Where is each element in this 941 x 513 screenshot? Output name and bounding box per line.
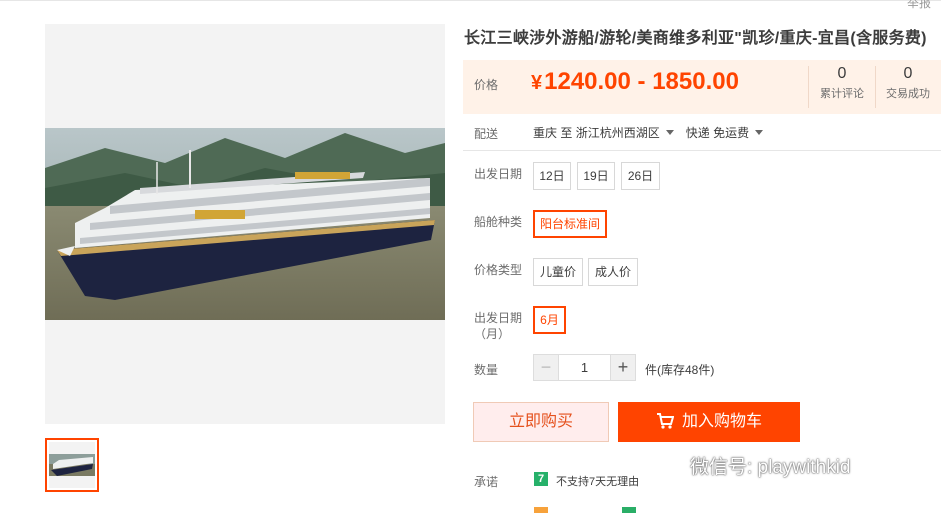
option-month-june[interactable]: 6月 — [533, 306, 566, 334]
departure-month-label-line2: （月） — [474, 327, 511, 341]
quantity-label: 数量 — [474, 363, 499, 377]
departure-month-label-line1: 出发日期 — [474, 311, 523, 325]
stock-text: 件(库存48件) — [645, 363, 715, 377]
option-date-26[interactable]: 26日 — [621, 162, 660, 190]
thumbnail-selected[interactable] — [45, 438, 99, 492]
wechat-icon — [654, 456, 683, 478]
wechat-watermark: 微信号: playwithkid — [654, 452, 851, 482]
add-to-cart-button[interactable]: 加入购物车 — [618, 402, 800, 442]
shipping-destination[interactable]: 浙江杭州西湖区 — [576, 126, 660, 140]
cruise-ship-photo — [45, 128, 445, 320]
cart-icon — [656, 413, 674, 429]
chevron-down-icon[interactable] — [665, 130, 674, 136]
reviews-label: 累计评论 — [820, 88, 864, 100]
deals-label: 交易成功 — [886, 88, 930, 100]
option-price-adult[interactable]: 成人价 — [588, 258, 638, 286]
payment-icon — [534, 507, 548, 513]
deals-count: 0 — [903, 65, 913, 82]
price-label: 价格 — [474, 78, 499, 92]
deals-stat: 0 交易成功 — [875, 65, 941, 101]
buy-now-button[interactable]: 立即购买 — [473, 402, 609, 442]
report-link[interactable]: 举报 — [907, 0, 931, 11]
reviews-count: 0 — [837, 65, 847, 82]
cabin-type-label: 船舱种类 — [474, 215, 523, 229]
quantity-decrease-button[interactable]: − — [533, 354, 559, 381]
product-page: 举报 长江三峡涉外游船/游轮/美商维多利亚"凯珍/重庆-宜昌(含服务费) 价格 … — [0, 0, 941, 513]
price-type-label: 价格类型 — [474, 263, 523, 277]
shipping-label: 配送 — [474, 127, 499, 141]
shipping-method[interactable]: 快递 免运费 — [686, 126, 749, 140]
option-price-child[interactable]: 儿童价 — [533, 258, 583, 286]
shipping-to-word: 至 — [560, 126, 573, 140]
main-image-panel — [45, 24, 445, 424]
promise-text: 不支持7天无理由 — [556, 476, 640, 488]
departure-date-label: 出发日期 — [474, 167, 523, 181]
add-to-cart-label: 加入购物车 — [681, 413, 762, 430]
product-title: 长江三峡涉外游船/游轮/美商维多利亚"凯珍/重庆-宜昌(含服务费) — [464, 30, 927, 47]
option-date-19[interactable]: 19日 — [577, 162, 615, 190]
chevron-down-icon[interactable] — [755, 130, 764, 136]
watermark-text: 微信号: playwithkid — [690, 457, 851, 478]
seven-day-icon: 7 — [534, 472, 548, 486]
top-divider — [0, 0, 941, 6]
quantity-increase-button[interactable]: + — [610, 354, 636, 381]
reviews-stat[interactable]: 0 累计评论 — [809, 65, 875, 101]
payment-icon — [622, 507, 636, 513]
option-date-12[interactable]: 12日 — [533, 162, 571, 190]
promise-label: 承诺 — [474, 475, 499, 489]
cruise-ship-thumbnail — [49, 442, 95, 488]
shipping-from: 重庆 — [533, 126, 558, 140]
price-panel: 价格 ¥1240.00 - 1850.00 0 累计评论 0 交易成功 — [463, 60, 941, 114]
shipping-info: 重庆 至 浙江杭州西湖区 快递 免运费 — [533, 124, 775, 141]
price-range: ¥1240.00 - 1850.00 — [531, 68, 739, 96]
price-range-value: 1240.00 - 1850.00 — [544, 68, 739, 95]
option-cabin-balcony-standard[interactable]: 阳台标准间 — [533, 210, 607, 238]
currency-symbol: ¥ — [531, 72, 543, 94]
quantity-input[interactable]: 1 — [559, 354, 610, 381]
divider — [463, 150, 941, 151]
